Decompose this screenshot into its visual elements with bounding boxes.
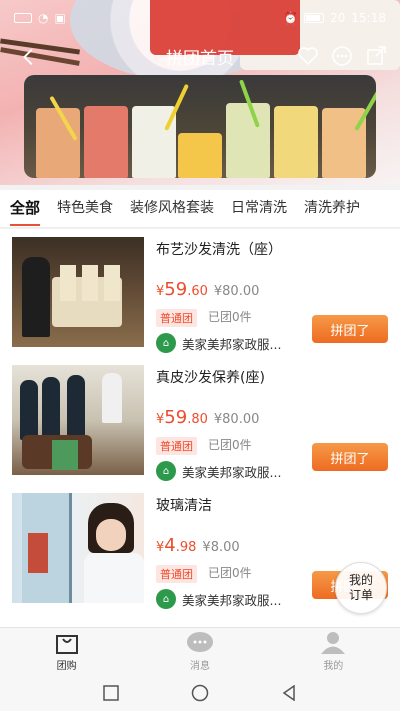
original-price: ¥8.00 [202, 540, 240, 555]
product-list: 布艺沙发清洗（座） ¥59.60 ¥80.00 普通团 已团0件 ⌂ 美家美邦家政服… [0, 229, 400, 627]
shop-name: 美家美邦家政服... [182, 464, 282, 480]
alarm-icon: ⏰ [283, 11, 299, 25]
shop-info[interactable]: ⌂ 美家美邦家政服... [156, 589, 281, 609]
share-icon[interactable] [364, 44, 388, 68]
battery-icon [304, 13, 325, 23]
group-type-badge: 普通团 [156, 437, 197, 455]
shop-logo-icon: ⌂ [156, 333, 176, 353]
banner-drink [84, 106, 128, 178]
product-title: 玻璃清洁 [156, 498, 212, 514]
my-orders-label: 我的 [348, 573, 373, 587]
my-orders-label: 订单 [348, 588, 373, 602]
nav-bar: 拼团首页 [0, 38, 400, 74]
product-image [12, 237, 144, 347]
more-icon[interactable] [330, 44, 354, 68]
tab-messages[interactable]: 消息 [133, 628, 266, 674]
shop-name: 美家美邦家政服... [182, 336, 282, 352]
tab-featured-food[interactable]: 特色美食 [57, 190, 113, 227]
recent-apps-icon[interactable] [103, 684, 119, 701]
home-icon[interactable] [191, 684, 209, 702]
bottom-tab-bar: 团购 消息 我的 [0, 627, 400, 674]
sold-count: 已团0件 [208, 566, 252, 580]
bag-icon [55, 634, 78, 654]
group-type-badge: 普通团 [156, 565, 197, 583]
product-title: 布艺沙发清洗（座） [156, 242, 282, 258]
original-price: ¥80.00 [213, 412, 260, 427]
tab-profile-label: 我的 [323, 660, 344, 672]
system-nav-bar [0, 674, 400, 711]
product-title: 真皮沙发保养(座) [156, 370, 265, 386]
tab-group-buy-label: 团购 [56, 660, 77, 672]
group-type-badge: 普通团 [156, 309, 197, 327]
banner-drink [178, 133, 222, 178]
shop-logo-icon: ⌂ [156, 461, 176, 481]
banner-drink [274, 106, 318, 178]
signal-icon [14, 13, 32, 23]
sold-count: 已团0件 [208, 438, 252, 452]
my-orders-button[interactable]: 我的 订单 [335, 562, 387, 614]
product-card[interactable]: 布艺沙发清洗（座） ¥59.60 ¥80.00 普通团 已团0件 ⌂ 美家美邦家政服… [0, 229, 400, 357]
sold-count: 已团0件 [208, 310, 252, 324]
chat-icon [186, 631, 213, 652]
promo-banner[interactable] [24, 75, 376, 178]
system-back-icon[interactable] [281, 684, 297, 701]
battery-level: 20 [330, 11, 346, 25]
product-image [12, 493, 144, 603]
clock: 15:18 [351, 11, 386, 25]
category-tabs: 全部 特色美食 装修风格套装 日常清洗 清洗养护 [0, 190, 400, 228]
shop-name: 美家美邦家政服... [182, 592, 282, 608]
status-bar: ◔ ▣ ⏰ 20 15:18 [0, 0, 400, 36]
group-buy-button[interactable]: 拼团了 [312, 443, 388, 471]
banner-drink [226, 103, 270, 178]
original-price: ¥80.00 [213, 284, 260, 299]
banner-drink [36, 108, 80, 178]
tab-decoration-package[interactable]: 装修风格套装 [130, 190, 214, 227]
product-card[interactable]: 真皮沙发保养(座) ¥59.80 ¥80.00 普通团 已团0件 ⌂ 美家美邦家政服… [0, 357, 400, 485]
product-price: ¥4.98 ¥8.00 [156, 535, 240, 556]
tab-profile[interactable]: 我的 [267, 628, 400, 674]
tab-cleaning-care[interactable]: 清洗养护 [304, 190, 360, 227]
group-buy-button[interactable]: 拼团了 [312, 315, 388, 343]
wifi-icon: ◔ [38, 11, 49, 25]
notification-icon: ▣ [54, 11, 66, 25]
tab-group-buy[interactable]: 团购 [0, 628, 133, 674]
product-image [12, 365, 144, 475]
shop-info[interactable]: ⌂ 美家美邦家政服... [156, 461, 281, 481]
tab-messages-label: 消息 [189, 660, 210, 672]
tab-all[interactable]: 全部 [10, 190, 41, 227]
product-price: ¥59.80 ¥80.00 [156, 407, 260, 428]
person-icon [321, 631, 346, 654]
tab-daily-cleaning[interactable]: 日常清洗 [231, 190, 287, 227]
favorite-icon[interactable] [296, 44, 320, 68]
shop-info[interactable]: ⌂ 美家美邦家政服... [156, 333, 281, 353]
shop-logo-icon: ⌂ [156, 589, 176, 609]
product-price: ¥59.60 ¥80.00 [156, 279, 260, 300]
